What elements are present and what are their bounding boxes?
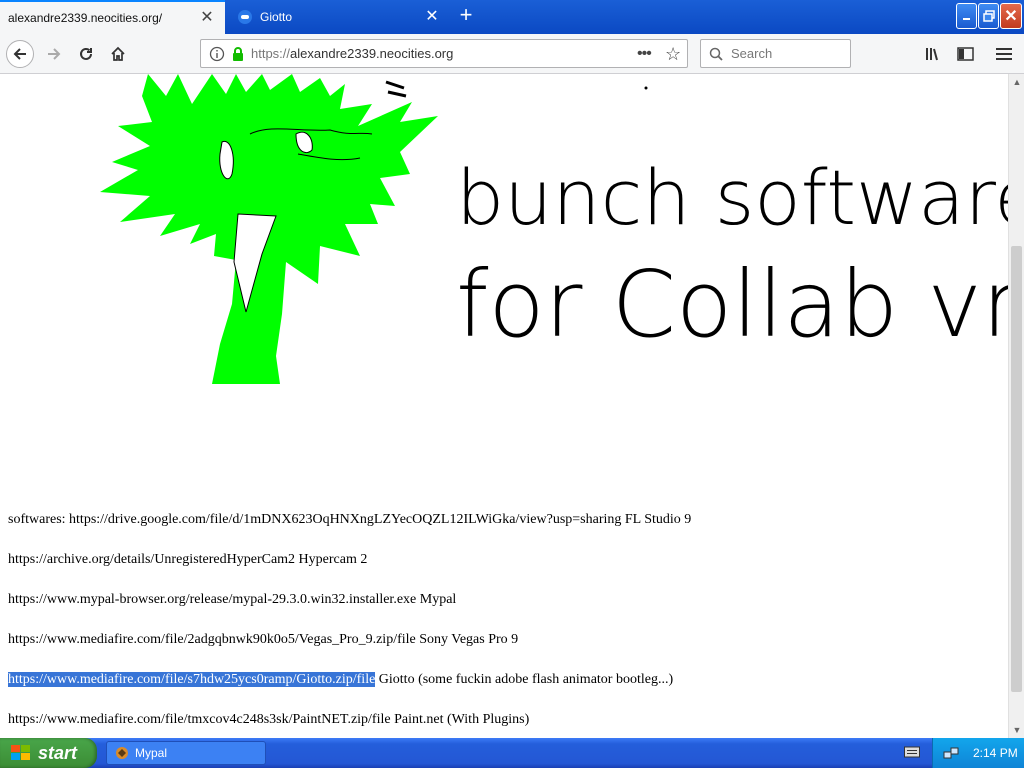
- taskbar: start Mypal 2:14 PM: [0, 738, 1024, 768]
- lock-icon[interactable]: [231, 46, 245, 62]
- tree-eye-left: [219, 140, 234, 180]
- close-window-icon[interactable]: ✕: [1000, 3, 1022, 29]
- clock: 2:14 PM: [973, 746, 1018, 760]
- url-text: https://alexandre2339.neocities.org: [251, 46, 453, 61]
- vertical-scrollbar[interactable]: ▲ ▼: [1008, 74, 1024, 738]
- new-tab-icon[interactable]: +: [454, 4, 478, 28]
- software-line: https://www.mediafire.com/file/s7hdw25yc…: [8, 672, 673, 688]
- hamburger-menu-icon[interactable]: [990, 40, 1018, 68]
- selected-text[interactable]: https://www.mediafire.com/file/s7hdw25yc…: [8, 672, 376, 687]
- close-tab-icon[interactable]: ✕: [195, 10, 219, 26]
- software-line: softwares: https://drive.google.com/file…: [8, 512, 692, 527]
- navigation-toolbar: https://alexandre2339.neocities.org ••• …: [0, 34, 1024, 74]
- info-icon[interactable]: [209, 46, 225, 62]
- start-button[interactable]: start: [0, 738, 97, 768]
- tab-giotto[interactable]: Giotto ✕: [226, 0, 450, 34]
- minimize-window-icon[interactable]: [956, 3, 977, 29]
- start-label: start: [38, 742, 78, 763]
- system-tray: 2:14 PM: [932, 738, 1024, 768]
- tab-strip: alexandre2339.neocities.org/ ✕ Giotto ✕ …: [0, 0, 1024, 34]
- scroll-up-icon[interactable]: ▲: [1009, 74, 1024, 90]
- taskbar-item-label: Mypal: [135, 746, 168, 760]
- search-input[interactable]: Search: [700, 39, 851, 68]
- software-line: https://www.mediafire.com/file/tmxcov4c2…: [8, 712, 530, 727]
- library-icon[interactable]: [920, 40, 948, 68]
- software-line: https://archive.org/details/Unregistered…: [8, 552, 368, 567]
- software-line: https://www.mediafire.com/file/2adgqbnwk…: [8, 632, 519, 647]
- back-button-icon[interactable]: [6, 40, 34, 68]
- giotto-favicon-icon: [238, 10, 252, 24]
- scroll-down-icon[interactable]: ▼: [1009, 722, 1024, 738]
- home-icon[interactable]: [104, 40, 132, 68]
- search-icon: [709, 47, 723, 61]
- handwritten-line-1: bunch softwares: [456, 153, 1008, 242]
- taskbar-item-mypal[interactable]: Mypal: [106, 741, 266, 765]
- scrollbar-thumb[interactable]: [1011, 246, 1022, 692]
- handwritten-line-2: for Collab vm!: [456, 251, 1008, 358]
- url-prefix: https://: [251, 46, 291, 61]
- tab-alexandre2339[interactable]: alexandre2339.neocities.org/ ✕: [0, 0, 225, 34]
- software-line: https://www.mypal-browser.org/release/my…: [8, 592, 457, 607]
- tab-title: alexandre2339.neocities.org/: [8, 11, 163, 25]
- forward-button-icon[interactable]: [40, 40, 68, 68]
- page-content: bunch softwares for Collab vm! softwares…: [0, 74, 1008, 738]
- windows-logo-icon: [10, 743, 32, 763]
- url-bar[interactable]: https://alexandre2339.neocities.org ••• …: [200, 39, 688, 68]
- hand-drawn-banner: bunch softwares for Collab vm!: [100, 74, 1008, 384]
- close-tab-icon[interactable]: ✕: [420, 9, 444, 25]
- network-icon[interactable]: [943, 746, 959, 760]
- bookmark-star-icon[interactable]: ☆: [665, 44, 681, 65]
- url-domain: alexandre2339.neocities.org: [290, 46, 454, 61]
- mypal-app-icon: [115, 746, 129, 760]
- reload-icon[interactable]: [72, 40, 100, 68]
- tab-title: Giotto: [260, 10, 293, 24]
- line-rest-text: Giotto (some fuckin adobe flash animator…: [375, 672, 674, 687]
- sidebar-icon[interactable]: [952, 40, 980, 68]
- keyboard-icon[interactable]: [904, 746, 920, 758]
- restore-window-icon[interactable]: [978, 3, 999, 29]
- search-placeholder: Search: [731, 46, 773, 61]
- page-actions-icon[interactable]: •••: [637, 45, 652, 63]
